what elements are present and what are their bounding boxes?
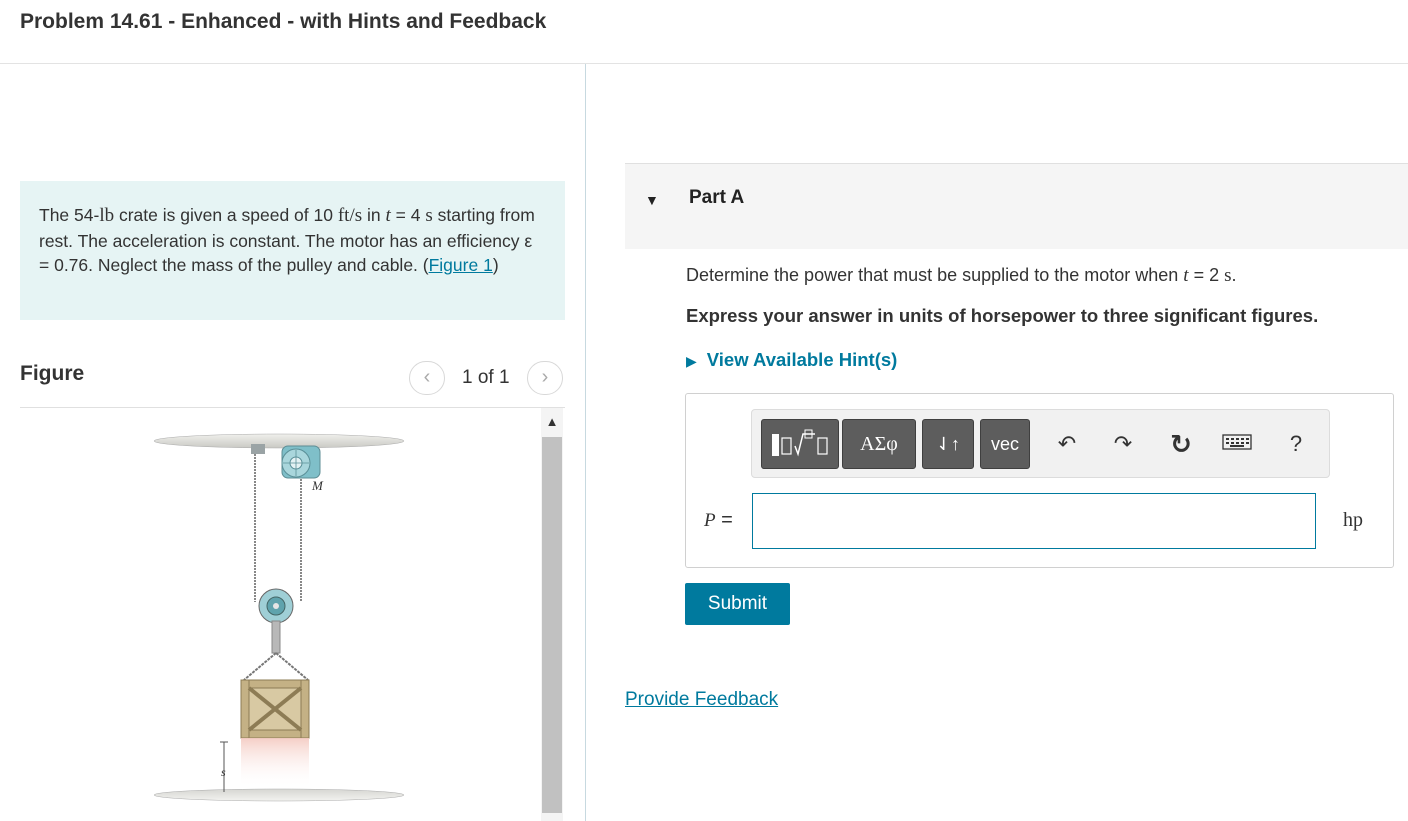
- help-icon[interactable]: ?: [1279, 427, 1313, 461]
- problem-text: in: [362, 205, 386, 225]
- next-figure-button[interactable]: ›: [527, 361, 563, 395]
- undo-icon[interactable]: ↶: [1050, 427, 1084, 461]
- prev-figure-button[interactable]: ‹: [409, 361, 445, 395]
- view-hints-link[interactable]: ▶ View Available Hint(s): [686, 349, 897, 371]
- ceiling-mount: [251, 444, 265, 454]
- math-toolbar: ΑΣφ ⇃↑ vec ↶ ↷ ↻ ?: [751, 409, 1330, 478]
- redo-icon[interactable]: ↷: [1106, 427, 1140, 461]
- question-text: Determine the power that must be supplie…: [686, 265, 1237, 286]
- collapse-arrow-icon[interactable]: ▼: [645, 192, 659, 208]
- problem-statement: The 54-lb crate is given a speed of 10 f…: [20, 181, 565, 320]
- figure-heading: Figure: [20, 362, 85, 385]
- figure-link[interactable]: Figure 1: [429, 255, 493, 275]
- answer-instruction: Express your answer in units of horsepow…: [686, 305, 1319, 326]
- seconds-unit: s: [1224, 265, 1232, 286]
- motor-label: M: [311, 478, 324, 493]
- reset-icon[interactable]: ↻: [1164, 427, 1198, 461]
- problem-text: crate is given a speed of 10: [114, 205, 338, 225]
- seconds-unit: s: [425, 205, 433, 226]
- answer-unit: hp: [1343, 509, 1363, 531]
- problem-text: = 4: [390, 205, 426, 225]
- scroll-up-icon[interactable]: ▲: [541, 414, 563, 429]
- speed-unit: ft/s: [337, 205, 363, 226]
- pulley-crate-diagram: M s: [153, 433, 405, 802]
- mass-unit: lb: [99, 205, 115, 226]
- figure-scrollbar[interactable]: ▲: [541, 408, 563, 821]
- vector-button[interactable]: vec: [980, 419, 1030, 469]
- figure-image: M s: [20, 408, 539, 821]
- problem-text: ): [492, 255, 499, 275]
- arrows-button[interactable]: ⇃↑: [922, 419, 974, 469]
- expand-arrow-icon: ▶: [686, 353, 697, 369]
- answer-label: P =: [704, 509, 733, 531]
- figure-pager: 1 of 1: [462, 367, 510, 388]
- provide-feedback-link[interactable]: Provide Feedback: [625, 689, 778, 711]
- crate-shadow: [241, 738, 309, 788]
- header-divider: [0, 63, 1408, 64]
- submit-button[interactable]: Submit: [685, 583, 790, 625]
- templates-button[interactable]: [761, 419, 839, 469]
- scrollbar-thumb[interactable]: [542, 437, 562, 813]
- chevron-left-icon: ‹: [423, 366, 431, 388]
- lower-pulley: [258, 588, 294, 654]
- page-title: Problem 14.61 - Enhanced - with Hints an…: [20, 10, 547, 33]
- crate: [240, 679, 310, 739]
- part-a-label: Part A: [689, 187, 745, 208]
- greek-symbols-button[interactable]: ΑΣφ: [842, 419, 916, 469]
- ceiling: [153, 433, 405, 449]
- chevron-right-icon: ›: [541, 366, 549, 388]
- keyboard-icon[interactable]: [1220, 427, 1254, 461]
- floor: [153, 788, 405, 802]
- distance-label: s: [221, 765, 226, 779]
- templates-icon: [772, 429, 828, 457]
- power-answer-input[interactable]: [752, 493, 1316, 549]
- problem-text: The 54-: [39, 205, 100, 225]
- motor: [281, 445, 321, 479]
- panel-divider: [585, 64, 586, 821]
